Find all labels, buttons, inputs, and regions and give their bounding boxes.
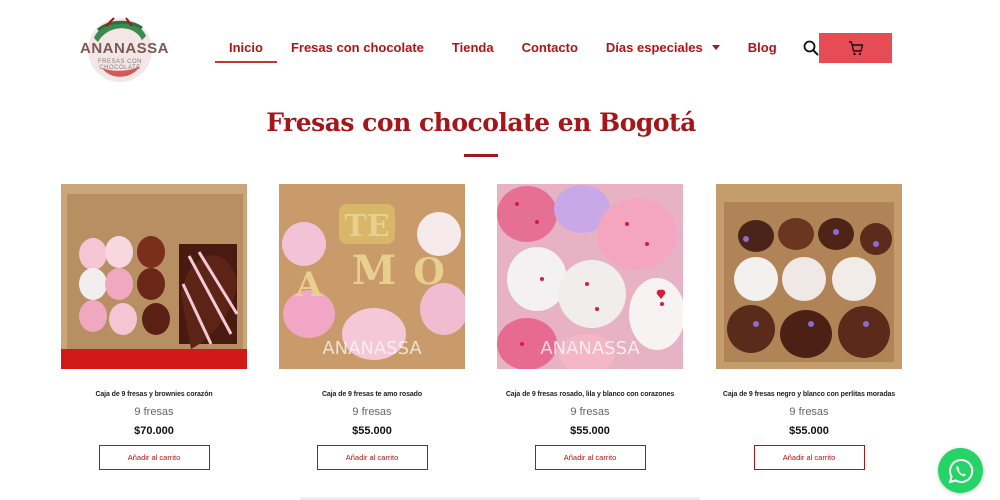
title-divider (464, 154, 498, 157)
letter-o: O (413, 251, 444, 293)
nav-item-label: Contacto (521, 40, 578, 55)
cart-button[interactable] (819, 33, 892, 63)
site-header: ANANASSA FRESAS CON CHOCOLATE Inicio Fre… (0, 0, 1000, 95)
nav-item-dias-especiales[interactable]: Días especiales (592, 37, 734, 63)
add-to-cart-button[interactable]: Añadir al carrito (753, 445, 865, 470)
nav-item-blog[interactable]: Blog (734, 37, 791, 63)
nav-item-label: Días especiales (605, 40, 703, 55)
letter-a: A (295, 265, 323, 305)
whatsapp-button[interactable] (938, 448, 983, 493)
product-name[interactable]: Caja de 9 fresas te amo rosado (279, 391, 465, 398)
nav-item-fresas-con-chocolate[interactable]: Fresas con chocolate (277, 37, 438, 63)
product-name[interactable]: Caja de 9 fresas negro y blanco con perl… (716, 391, 902, 398)
product-name[interactable]: Caja de 9 fresas rosado, lila y blanco c… (497, 391, 683, 398)
image-watermark: ANANASSA (540, 338, 640, 359)
nav-item-contacto[interactable]: Contacto (508, 37, 592, 63)
product-name[interactable]: Caja de 9 fresas y brownies corazón (61, 391, 247, 398)
add-to-cart-button[interactable]: Añadir al carrito (98, 445, 210, 470)
search-icon[interactable] (803, 40, 819, 56)
product-variant: 9 fresas (570, 406, 610, 418)
brand-logo[interactable]: ANANASSA FRESAS CON CHOCOLATE (80, 10, 170, 85)
product-price: $55.000 (570, 425, 610, 437)
product-variant: 9 fresas (134, 406, 174, 418)
image-watermark: ANANASSA (322, 338, 422, 359)
section-title: Fresas con chocolate en Bogotá (266, 108, 696, 137)
product-card: ANANASSA Caja de 9 fresas rosado, lila y… (497, 184, 683, 470)
nav-item-label: Blog (747, 40, 777, 55)
product-price: $70.000 (134, 425, 174, 437)
nav-item-inicio[interactable]: Inicio (215, 37, 277, 63)
product-variant: 9 fresas (352, 406, 392, 418)
product-image[interactable] (61, 184, 247, 369)
product-price: $55.000 (789, 425, 829, 437)
nav-item-tienda[interactable]: Tienda (438, 37, 508, 63)
brand-tagline: FRESAS CON CHOCOLATE (97, 59, 142, 71)
chevron-down-icon (711, 45, 720, 51)
product-card: TE A M O ANANASSA Caja de 9 fresas te am… (279, 184, 465, 470)
product-image[interactable]: ANANASSA (497, 184, 683, 369)
nav-item-label: Tienda (451, 40, 494, 55)
product-variant: 9 fresas (789, 406, 829, 418)
letter-m: M (352, 247, 396, 294)
nav-item-label: Inicio (229, 40, 263, 55)
brand-name: ANANASSA (80, 40, 170, 57)
product-card: Caja de 9 fresas negro y blanco con perl… (716, 184, 902, 470)
nav-item-label: Fresas con chocolate (290, 40, 424, 55)
add-to-cart-button[interactable]: Añadir al carrito (316, 445, 428, 470)
cart-icon (848, 40, 863, 55)
letters-te: TE (344, 209, 389, 244)
product-card: Caja de 9 fresas y brownies corazón 9 fr… (61, 184, 247, 470)
main-nav: Inicio Fresas con chocolate Tienda Conta… (215, 37, 791, 67)
product-image[interactable] (716, 184, 902, 369)
add-to-cart-button[interactable]: Añadir al carrito (534, 445, 646, 470)
whatsapp-icon (948, 458, 973, 483)
product-price: $55.000 (352, 425, 392, 437)
product-image[interactable]: TE A M O ANANASSA (279, 184, 465, 369)
